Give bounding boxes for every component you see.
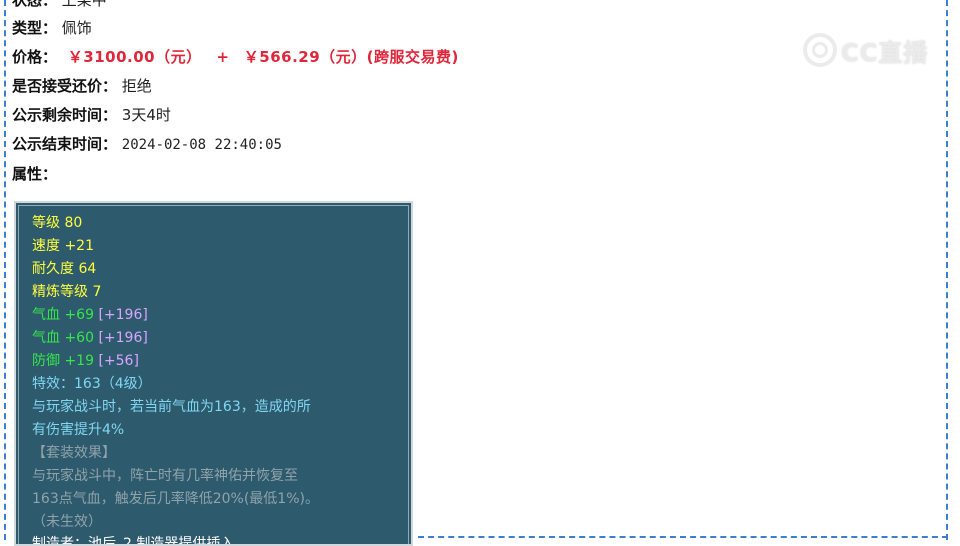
end-time-value: 2024-02-08 22:40:05: [121, 137, 282, 153]
attr-refine: 精炼等级 7: [32, 284, 102, 300]
end-time-label: 公示结束时间：: [12, 135, 118, 153]
attribute-panel: 等级 80 速度 +21 耐久度 64 精炼等级 7 气血 +69 [+196]…: [14, 201, 413, 546]
type-value: 佩饰: [61, 19, 92, 37]
attr-level: 等级 80: [32, 215, 83, 231]
effect-title: 特效：163（4级）: [32, 376, 152, 392]
right-dashed-border: [946, 0, 948, 540]
type-label: 类型：: [12, 19, 58, 37]
set-title: 【套装效果】: [32, 445, 116, 461]
set-desc-2: 163点气血，触发后几率降低20%(最低1%)。: [32, 491, 319, 507]
attr-hp-1: 气血 +69 [+196]: [32, 304, 148, 327]
set-status: （未生效）: [32, 514, 102, 530]
attr-hp-1-base: 气血 +69: [32, 307, 94, 323]
attr-defense-base: 防御 +19: [32, 353, 94, 369]
price-row: 价格： ￥3100.00（元） + ￥566.29（元）(跨服交易费): [12, 45, 459, 69]
attr-defense: 防御 +19 [+56]: [32, 350, 139, 373]
type-row: 类型： 佩饰: [12, 16, 92, 40]
attr-hp-2-bonus: [+196]: [98, 330, 148, 346]
cc-live-logo-icon: [803, 33, 837, 67]
end-time-row: 公示结束时间： 2024-02-08 22:40:05: [12, 132, 282, 156]
attr-hp-2-base: 气血 +60: [32, 330, 94, 346]
attr-defense-bonus: [+56]: [98, 353, 139, 369]
status-row: 状态： 上架中: [12, 0, 107, 12]
price-main: ￥3100.00（元）: [67, 48, 202, 66]
attr-row: 属性：: [12, 162, 57, 186]
price-plus: +: [216, 48, 229, 66]
bargain-value: 拒绝: [121, 77, 152, 95]
attr-speed: 速度 +21: [32, 238, 94, 254]
left-dashed-border: [4, 0, 6, 540]
status-label: 状态：: [12, 0, 58, 9]
attr-hp-2: 气血 +60 [+196]: [32, 327, 148, 350]
remain-time-label: 公示剩余时间：: [12, 106, 118, 124]
price-fee: ￥566.29（元）(跨服交易费): [243, 48, 459, 66]
attr-durability: 耐久度 64: [32, 261, 97, 277]
remain-time-value: 3天4时: [121, 106, 171, 124]
attr-hp-1-bonus: [+196]: [98, 307, 148, 323]
cc-live-watermark: CC直播: [803, 32, 928, 68]
cc-live-logo-text: CC直播: [841, 38, 929, 67]
bottom-dashed-border: [418, 536, 948, 538]
effect-desc-2: 有伤害提升4%: [32, 422, 125, 438]
bargain-label: 是否接受还价：: [12, 77, 118, 95]
price-label: 价格：: [12, 48, 58, 66]
set-desc-1: 与玩家战斗中，阵亡时有几率神佑并恢复至: [32, 468, 298, 484]
remain-time-row: 公示剩余时间： 3天4时: [12, 103, 171, 127]
bargain-row: 是否接受还价： 拒绝: [12, 74, 152, 98]
status-value: 上架中: [61, 0, 107, 9]
attr-label: 属性：: [12, 165, 58, 183]
effect-desc-1: 与玩家战斗时，若当前气血为163，造成的所: [32, 399, 311, 415]
